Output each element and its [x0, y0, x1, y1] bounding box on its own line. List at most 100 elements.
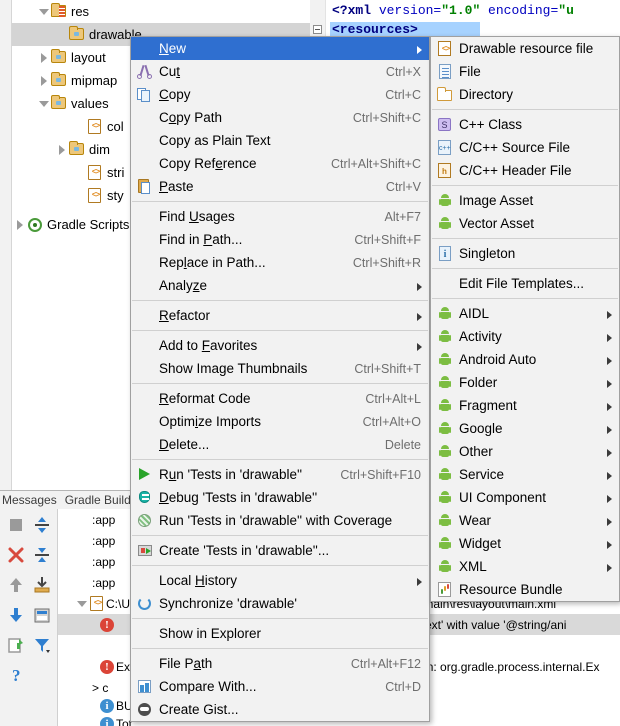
menu-item-paste[interactable]: Paste Ctrl+V: [131, 175, 429, 198]
menu-item-label: Service: [459, 467, 505, 482]
menu-item-shortcut: Ctrl+X: [385, 64, 421, 79]
menu-item-refactor[interactable]: Refactor: [131, 304, 429, 327]
error-icon: !: [98, 656, 116, 677]
menu-item-c-c-source-file[interactable]: c++ C/C++ Source File: [431, 136, 619, 159]
tree-item-res[interactable]: res: [12, 0, 310, 23]
tree-twisty[interactable]: [72, 115, 86, 138]
tree-item-label: res: [71, 4, 90, 19]
menu-item-cut[interactable]: Cut Ctrl+X: [131, 60, 429, 83]
tree-twisty[interactable]: [72, 184, 86, 207]
menu-item-label: Drawable resource file: [459, 41, 594, 56]
tree-twisty[interactable]: [36, 0, 50, 23]
menu-item-android-auto[interactable]: Android Auto: [431, 348, 619, 371]
no-icon: [74, 572, 92, 593]
menu-item-file[interactable]: File: [431, 60, 619, 83]
menu-item-google[interactable]: Google: [431, 417, 619, 440]
tree-twisty[interactable]: [72, 161, 86, 184]
menu-item-delete[interactable]: Delete... Delete: [131, 433, 429, 456]
next-occurrence-icon[interactable]: [6, 605, 26, 625]
menu-item-copy-reference[interactable]: Copy Reference Ctrl+Alt+Shift+C: [131, 152, 429, 175]
menu-item-xml[interactable]: XML: [431, 555, 619, 578]
close-icon[interactable]: [6, 545, 26, 565]
menu-item-other[interactable]: Other: [431, 440, 619, 463]
menu-item-create-gist[interactable]: Create Gist...: [131, 698, 429, 721]
menu-item-wear[interactable]: Wear: [431, 509, 619, 532]
tree-twisty[interactable]: [36, 46, 50, 69]
menu-item-local-history[interactable]: Local History: [131, 569, 429, 592]
stop-icon[interactable]: [6, 515, 26, 535]
menu-item-label: File Path: [159, 656, 213, 671]
tree-item-label: values: [71, 96, 109, 111]
menu-item-service[interactable]: Service: [431, 463, 619, 486]
menu-item-singleton[interactable]: i Singleton: [431, 242, 619, 265]
menu-item-fragment[interactable]: Fragment: [431, 394, 619, 417]
filter-icon[interactable]: [32, 635, 52, 655]
tab-gradle-build[interactable]: Gradle Build: [65, 493, 131, 507]
editor-line-2: <resources>: [332, 22, 418, 37]
menu-item-vector-asset[interactable]: Vector Asset: [431, 212, 619, 235]
console-icon[interactable]: [32, 605, 52, 625]
tree-twisty[interactable]: [54, 23, 68, 46]
menu-item-copy-as-plain-text[interactable]: Copy as Plain Text: [131, 129, 429, 152]
open-externally-icon[interactable]: [6, 635, 26, 655]
menu-item-find-usages[interactable]: Find Usages Alt+F7: [131, 205, 429, 228]
menu-item-aidl[interactable]: AIDL: [431, 302, 619, 325]
menu-item-widget[interactable]: Widget: [431, 532, 619, 555]
help-icon[interactable]: ?: [6, 665, 26, 685]
menu-item-folder[interactable]: Folder: [431, 371, 619, 394]
menu-item-run-tests-in-drawable[interactable]: Run 'Tests in 'drawable'' Ctrl+Shift+F10: [131, 463, 429, 486]
tab-messages[interactable]: Messages: [2, 493, 57, 507]
menu-item-resource-bundle[interactable]: Resource Bundle: [431, 578, 619, 601]
cpp-header-icon: h: [436, 162, 453, 179]
chevron-right-icon: [607, 334, 612, 342]
collapse-all-icon[interactable]: [32, 545, 52, 565]
tree-twisty[interactable]: [36, 69, 50, 92]
previous-occurrence-icon[interactable]: [6, 575, 26, 595]
no-icon: [74, 551, 92, 572]
menu-item-replace-in-path[interactable]: Replace in Path... Ctrl+Shift+R: [131, 251, 429, 274]
tree-item-label: dim: [89, 142, 110, 157]
menu-item-create-tests-in-drawable[interactable]: Create 'Tests in 'drawable''...: [131, 539, 429, 562]
menu-item-c-class[interactable]: S C++ Class: [431, 113, 619, 136]
menu-item-directory[interactable]: Directory: [431, 83, 619, 106]
menu-item-label: Show in Explorer: [159, 626, 262, 641]
menu-item-copy-path[interactable]: Copy Path Ctrl+Shift+C: [131, 106, 429, 129]
menu-item-label: Compare With...: [159, 679, 257, 694]
menu-item-add-to-favorites[interactable]: Add to Favorites: [131, 334, 429, 357]
menu-item-optimize-imports[interactable]: Optimize Imports Ctrl+Alt+O: [131, 410, 429, 433]
android-icon: [436, 215, 453, 232]
menu-item-c-c-header-file[interactable]: h C/C++ Header File: [431, 159, 619, 182]
menu-item-new[interactable]: New: [131, 37, 429, 60]
menu-item-activity[interactable]: Activity: [431, 325, 619, 348]
menu-item-file-path[interactable]: File Path Ctrl+Alt+F12: [131, 652, 429, 675]
menu-separator: [132, 459, 428, 460]
code-fold-icon[interactable]: [313, 25, 322, 34]
menu-item-run-tests-in-drawable-with-coverage[interactable]: Run 'Tests in 'drawable'' with Coverage: [131, 509, 429, 532]
menu-item-synchronize-drawable[interactable]: Synchronize 'drawable': [131, 592, 429, 615]
menu-item-show-in-explorer[interactable]: Show in Explorer: [131, 622, 429, 645]
menu-item-compare-with[interactable]: Compare With... Ctrl+D: [131, 675, 429, 698]
menu-separator: [432, 238, 618, 239]
menu-item-ui-component[interactable]: UI Component: [431, 486, 619, 509]
menu-item-label: Local History: [159, 573, 238, 588]
menu-separator: [132, 201, 428, 202]
menu-item-show-image-thumbnails[interactable]: Show Image Thumbnails Ctrl+Shift+T: [131, 357, 429, 380]
chevron-right-icon: [607, 403, 612, 411]
menu-item-copy[interactable]: Copy Ctrl+C: [131, 83, 429, 106]
menu-item-label: Fragment: [459, 398, 517, 413]
menu-item-drawable-resource-file[interactable]: Drawable resource file: [431, 37, 619, 60]
menu-item-debug-tests-in-drawable[interactable]: Debug 'Tests in 'drawable'': [131, 486, 429, 509]
new-submenu[interactable]: Drawable resource file File Directory S C++ …: [430, 36, 620, 602]
tree-twisty[interactable]: [54, 138, 68, 161]
context-menu[interactable]: New Cut Ctrl+X Copy Ctrl+C Copy Path Ctrl+Shif…: [130, 36, 430, 722]
menu-item-edit-file-templates[interactable]: Edit File Templates...: [431, 272, 619, 295]
tree-twisty[interactable]: [36, 92, 50, 115]
menu-item-analyze[interactable]: Analyze: [131, 274, 429, 297]
message-twisty[interactable]: [74, 592, 88, 615]
menu-item-image-asset[interactable]: Image Asset: [431, 189, 619, 212]
tree-twisty[interactable]: [12, 213, 26, 236]
export-icon[interactable]: [32, 575, 52, 595]
expand-all-icon[interactable]: [32, 515, 52, 535]
menu-item-reformat-code[interactable]: Reformat Code Ctrl+Alt+L: [131, 387, 429, 410]
menu-item-find-in-path[interactable]: Find in Path... Ctrl+Shift+F: [131, 228, 429, 251]
